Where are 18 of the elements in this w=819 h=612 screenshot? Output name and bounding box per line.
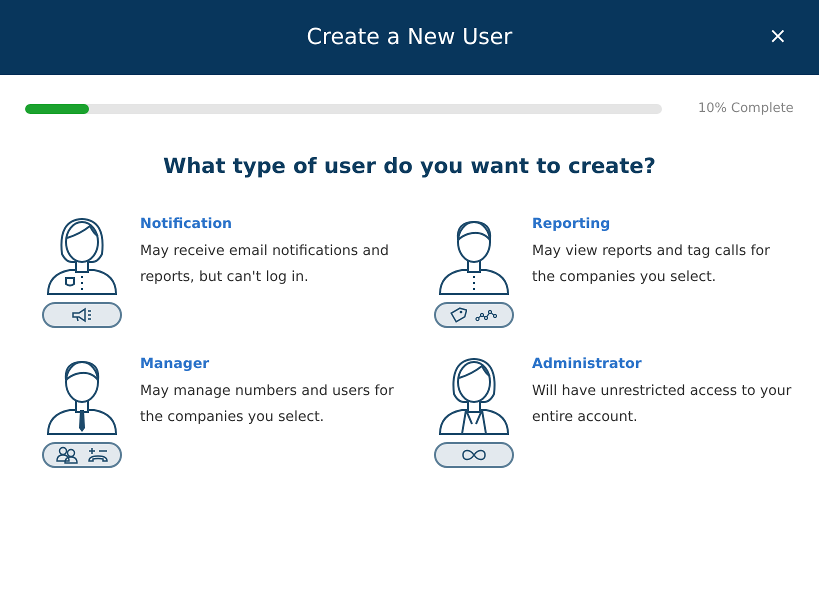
question-heading: What type of user do you want to create? <box>162 154 657 178</box>
user-type-link[interactable]: Manager <box>140 356 400 372</box>
user-type-description: Will have unrestricted access to your entire account. <box>532 382 792 427</box>
progress-reading: 10% Complete <box>698 101 794 116</box>
close-button[interactable]: × <box>764 24 791 49</box>
user-type-description: May receive email notifications and reports, but can't log in. <box>140 242 390 287</box>
user-type-link[interactable]: Administrator <box>532 356 792 372</box>
users-icon <box>55 446 79 464</box>
line-chart-icon <box>475 308 499 322</box>
infinity-icon <box>460 448 488 462</box>
user-type-link[interactable]: Reporting <box>532 216 792 232</box>
user-type-description: May view reports and tag calls for the companies you select. <box>532 242 771 287</box>
tag-icon <box>449 306 467 324</box>
user-type-description: May manage numbers and users for the companies you select. <box>140 382 395 427</box>
phone-icon <box>87 446 109 464</box>
window-title: Create a New User <box>306 25 512 50</box>
user-type-link[interactable]: Notification <box>140 216 400 232</box>
megaphone-icon <box>71 307 93 323</box>
